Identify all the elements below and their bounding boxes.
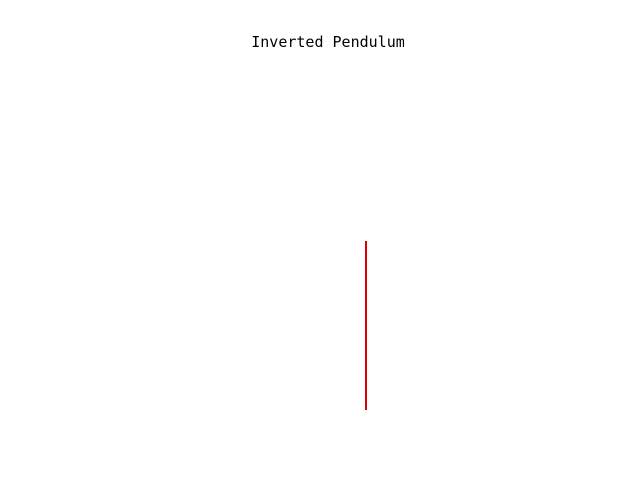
pendulum-scene [365, 241, 367, 410]
game-canvas: Inverted Pendulum [0, 0, 640, 480]
